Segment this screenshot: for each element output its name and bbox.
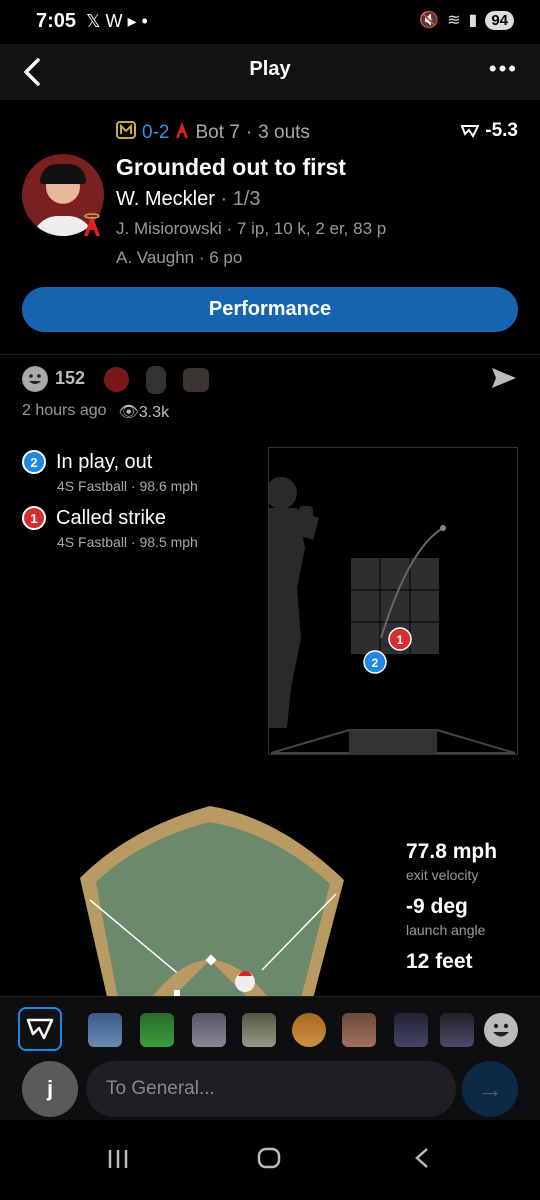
- score-text: 0-2: [142, 122, 170, 143]
- cap-shape: [40, 164, 86, 184]
- app-logo-icon: [26, 1018, 54, 1040]
- pitch-number-badge: 2: [22, 450, 46, 474]
- batter-silhouette: [265, 477, 319, 728]
- arrow-right-icon: →: [477, 1073, 503, 1104]
- inning-text: Bot 7: [195, 122, 240, 143]
- win-probability: -5.3: [461, 120, 518, 142]
- views-count: 👁3.3k: [118, 404, 170, 421]
- smiley-reaction-icon[interactable]: [22, 366, 48, 392]
- score-line: 0-2 Bot 7 · 3 outs: [116, 120, 310, 146]
- performance-button[interactable]: Performance: [22, 287, 518, 332]
- app-logo-small-icon: [461, 125, 480, 138]
- recents-icon: [108, 1150, 128, 1168]
- sticker-icon[interactable]: [292, 1013, 326, 1047]
- pitch-list: 2 In play, out 4S Fastball · 98.6 mph 1 …: [22, 450, 252, 562]
- win-prob-value: -5.3: [485, 120, 518, 141]
- brewers-logo-icon: [116, 121, 136, 145]
- status-bar: 7:05 𝕏 W ▸ • 🔇 ≋ ▮ 94: [0, 0, 540, 44]
- play-title: Grounded out to first: [116, 154, 346, 180]
- pitcher-line[interactable]: J. Misiorowski · 7 ip, 10 k, 2 er, 83 p: [116, 219, 386, 239]
- home-button[interactable]: [256, 1146, 282, 1177]
- reaction-avatar[interactable]: [183, 368, 209, 392]
- angels-small-icon: [175, 120, 189, 146]
- sticker-icon[interactable]: [88, 1013, 122, 1047]
- pitch-number-badge: 1: [22, 506, 46, 530]
- reaction-avatar[interactable]: [146, 366, 166, 394]
- eye-icon: 👁: [118, 404, 139, 421]
- distance-stat: 12 feet: [406, 950, 473, 973]
- launch-angle-stat: -9 deg launch angle: [406, 895, 486, 938]
- pitch-detail: 4S Fastball · 98.5 mph: [57, 534, 198, 550]
- exit-velocity-stat: 77.8 mph exit velocity: [406, 840, 498, 883]
- svg-text:1: 1: [397, 633, 404, 647]
- sticker-icon[interactable]: [140, 1013, 174, 1047]
- angels-logo-icon: [82, 212, 102, 244]
- sticker-icon[interactable]: [342, 1013, 376, 1047]
- batter-name[interactable]: W. Meckler: [116, 188, 215, 210]
- system-nav-bar: [0, 1120, 540, 1200]
- sticker-icon[interactable]: [394, 1013, 428, 1047]
- batted-ball-stats: 77.8 mph exit velocity -9 deg launch ang…: [406, 840, 497, 986]
- outs-text: 3 outs: [258, 122, 310, 143]
- page-title: Play: [249, 58, 291, 80]
- post-meta: 2 hours ago 👁3.3k: [22, 402, 169, 422]
- back-icon: [415, 1148, 428, 1168]
- battery-icon: 94: [485, 10, 514, 30]
- pitch-item[interactable]: 2 In play, out 4S Fastball · 98.6 mph: [22, 450, 252, 494]
- strike-zone-graphic: 1 2: [265, 477, 516, 754]
- more-dots-icon: •••: [488, 56, 518, 81]
- red-reaction-icon[interactable]: [104, 367, 129, 392]
- batter-line: W. Meckler · 1/3: [116, 188, 261, 210]
- pitch-result: Called strike: [56, 506, 167, 529]
- more-options-button[interactable]: •••: [489, 56, 518, 82]
- status-time: 7:05: [36, 10, 77, 32]
- message-composer: j →: [0, 1058, 540, 1120]
- send-button[interactable]: →: [462, 1061, 518, 1117]
- pitch-result: In play, out: [56, 450, 153, 473]
- app-bar: Play •••: [0, 44, 540, 100]
- system-icons: 🔇 ≋ ▮ 94: [419, 10, 514, 30]
- message-input[interactable]: [86, 1061, 456, 1117]
- time-ago: 2 hours ago: [22, 402, 107, 419]
- back-nav-button[interactable]: [412, 1146, 432, 1177]
- home-icon: [257, 1147, 281, 1169]
- user-avatar[interactable]: j: [22, 1061, 78, 1117]
- share-icon[interactable]: [490, 366, 518, 397]
- recent-apps-button[interactable]: [106, 1146, 130, 1177]
- pitch-item[interactable]: 1 Called strike 4S Fastball · 98.5 mph: [22, 506, 252, 550]
- sticker-icon[interactable]: [440, 1013, 474, 1047]
- pitch-marker-1: 1: [388, 627, 412, 651]
- signal-icon: ▮: [468, 12, 478, 29]
- mute-icon: 🔇: [419, 12, 440, 29]
- strike-zone-panel: 1 2: [265, 447, 518, 755]
- play-header: 0-2 Bot 7 · 3 outs -5.3 Grounded out to …: [0, 100, 540, 355]
- reaction-picker-bar: [0, 996, 540, 1058]
- pitch-marker-2: 2: [363, 650, 387, 674]
- sticker-icon[interactable]: [242, 1013, 276, 1047]
- fielder-line[interactable]: A. Vaughn · 6 po: [116, 248, 242, 268]
- batter-stats: 1/3: [232, 188, 261, 210]
- svg-text:2: 2: [372, 656, 379, 670]
- notification-icons: 𝕏 W ▸ •: [86, 11, 148, 31]
- emoji-picker-icon[interactable]: [484, 1013, 518, 1047]
- reaction-count: 152: [55, 368, 86, 388]
- app-logo-button[interactable]: [18, 1007, 62, 1051]
- pitch-detail: 4S Fastball · 98.6 mph: [57, 478, 198, 494]
- sticker-icon[interactable]: [192, 1013, 226, 1047]
- reactions-bar: 152: [0, 360, 540, 400]
- separator: ·: [245, 122, 253, 143]
- wifi-icon: ≋: [447, 12, 461, 29]
